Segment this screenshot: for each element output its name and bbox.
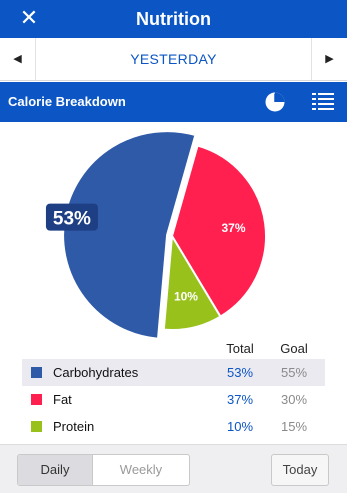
pie-label-fat: 37% [221,221,245,235]
carbohydrates-swatch [31,367,42,378]
total-column-header: Total [226,341,254,356]
section-header: Calorie Breakdown [0,82,347,122]
macro-legend: Total Goal Carbohydrates 53% 55% Fat 37%… [22,337,325,440]
legend-name: Protein [53,419,95,434]
legend-row-fat[interactable]: Fat 37% 30% [22,386,325,413]
today-button[interactable]: Today [271,454,329,486]
pie-chart-icon[interactable] [264,91,286,113]
legend-row-protein[interactable]: Protein 10% 15% [22,413,325,440]
date-navigator: ◀ YESTERDAY ▶ [0,38,347,81]
goal-column-header: Goal [280,341,308,356]
pie-label-carbohydrates: 53% [45,203,98,231]
title-bar: ✕ Nutrition [0,0,347,38]
weekly-tab[interactable]: Weekly [93,455,189,485]
date-label[interactable]: YESTERDAY [36,38,311,80]
legend-goal: 30% [280,392,308,407]
legend-total: 10% [226,419,254,434]
legend-total: 37% [226,392,254,407]
legend-name: Carbohydrates [53,365,139,380]
legend-goal: 55% [280,365,308,380]
period-segmented-control: Daily Weekly [17,454,190,486]
legend-header: Total Goal [22,337,325,359]
fat-swatch [31,394,42,405]
footer-bar: Daily Weekly Today [0,444,347,493]
legend-goal: 15% [280,419,308,434]
pie-label-text: 53% [53,209,91,230]
pie-label-protein: 10% [174,289,198,303]
legend-total: 53% [226,365,254,380]
legend-name: Fat [53,392,72,407]
chevron-right-icon[interactable]: ▶ [311,38,347,80]
legend-row-carbohydrates[interactable]: Carbohydrates 53% 55% [22,359,325,386]
calorie-pie-chart[interactable]: 53% 37% 10% [0,122,347,354]
list-icon[interactable] [312,91,334,113]
chevron-left-icon[interactable]: ◀ [0,38,36,80]
section-title: Calorie Breakdown [8,94,126,109]
daily-tab[interactable]: Daily [18,455,93,485]
page-title: Nutrition [136,9,211,29]
protein-swatch [31,421,42,432]
